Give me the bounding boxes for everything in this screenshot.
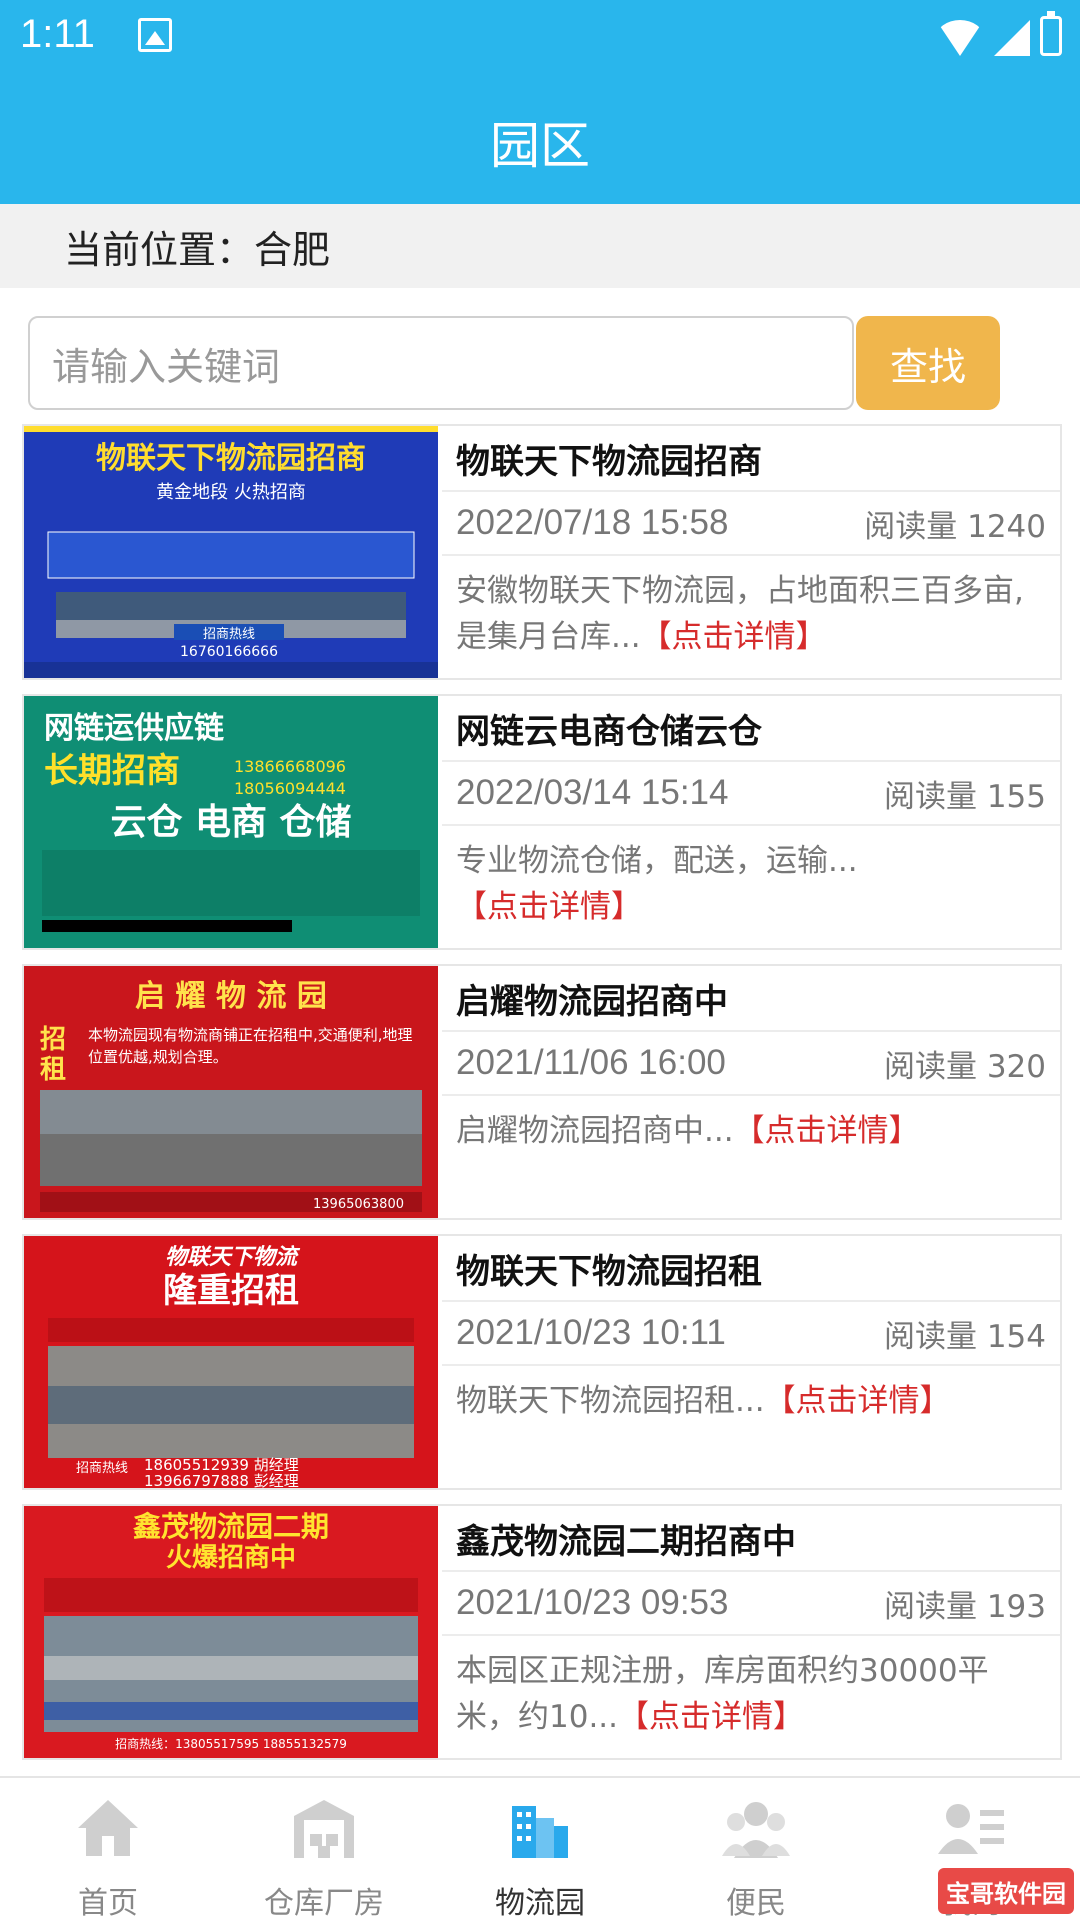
list-item[interactable]: 物联天下物流园招商 黄金地段 火热招商 招商热线 16760166666 物联天… [22, 424, 1062, 680]
item-description: 物联天下物流园招租...【点击详情】 [442, 1366, 1060, 1424]
park-thumbnail: 物联天下物流园招商 黄金地段 火热招商 招商热线 16760166666 [24, 426, 438, 678]
item-description: 专业物流仓储，配送，运输... 【点击详情】 [442, 826, 1060, 930]
nav-home[interactable]: 首页 [0, 1778, 216, 1922]
location-bar: 当前位置：合肥 [0, 204, 1080, 288]
thumb-title: 物联天下物流园招商 [96, 441, 366, 476]
svg-text:13966797888 彭经理: 13966797888 彭经理 [144, 1472, 299, 1488]
svg-text:物联天下物流: 物联天下物流 [165, 1245, 301, 1270]
item-title[interactable]: 物联天下物流园招商 [442, 426, 1060, 492]
home-icon [78, 1800, 138, 1856]
status-bar: 1:11 [0, 0, 1080, 80]
signal-icon [994, 20, 1030, 56]
svg-text:招: 招 [40, 1025, 66, 1055]
current-location: 当前位置：合肥 [64, 227, 331, 272]
svg-text:招商热线: 招商热线 [76, 1461, 128, 1476]
item-views: 阅读量 1240 [864, 508, 1046, 545]
item-title[interactable]: 物联天下物流园招租 [442, 1236, 1060, 1302]
item-content: 启耀物流园招商中 2021/11/06 16:00 阅读量 320 启耀物流园招… [442, 966, 1060, 1218]
svg-text:13965063800: 13965063800 [313, 1197, 404, 1212]
nav-label: 物流园 [495, 1886, 585, 1921]
item-content: 物联天下物流园招商 2022/07/18 15:58 阅读量 1240 安徽物联… [442, 426, 1060, 678]
detail-link[interactable]: 【点击详情】 [734, 1113, 920, 1149]
item-content: 网链云电商仓储云仓 2022/03/14 15:14 阅读量 155 专业物流仓… [442, 696, 1060, 948]
svg-text:火爆招商中: 火爆招商中 [166, 1542, 296, 1573]
list-item[interactable]: 网链运供应链 长期招商 13866668096 18056094444 云仓 电… [22, 694, 1062, 950]
nav-label: 仓库厂房 [264, 1886, 384, 1921]
search-input[interactable]: 请输入关键词 [28, 316, 854, 410]
description-text: 专业物流仓储，配送，运输... [456, 843, 858, 879]
item-meta: 2022/03/14 15:14 阅读量 155 [442, 762, 1060, 826]
svg-text:租: 租 [40, 1055, 66, 1085]
item-description: 安徽物联天下物流园，占地面积三百多亩,是集月台库...【点击详情】 [442, 556, 1060, 660]
item-date: 2022/03/14 15:14 [456, 773, 729, 812]
nav-label: 首页 [78, 1886, 138, 1921]
detail-link[interactable]: 【点击详情】 [765, 1383, 951, 1419]
item-meta: 2021/10/23 09:53 阅读量 193 [442, 1572, 1060, 1636]
detail-link[interactable]: 【点击详情】 [618, 1699, 804, 1735]
item-title[interactable]: 鑫茂物流园二期招商中 [442, 1506, 1060, 1572]
item-content: 鑫茂物流园二期招商中 2021/10/23 09:53 阅读量 193 本园区正… [442, 1506, 1060, 1758]
profile-icon [938, 1804, 1004, 1854]
svg-text:招商热线：13805517595 18855132579: 招商热线：13805517595 18855132579 [115, 1736, 347, 1751]
svg-text:13866668096: 13866668096 [234, 757, 346, 776]
search-button[interactable]: 查找 [856, 316, 1000, 410]
item-meta: 2021/11/06 16:00 阅读量 320 [442, 1032, 1060, 1096]
search-area: 请输入关键词 查找 [28, 316, 1028, 412]
item-date: 2021/10/23 10:11 [456, 1313, 726, 1352]
item-views: 阅读量 320 [883, 1048, 1046, 1085]
logistics-park-icon [512, 1806, 568, 1858]
wifi-icon [936, 20, 984, 56]
svg-text:黄金地段 火热招商: 黄金地段 火热招商 [156, 482, 306, 503]
image-notification-icon [138, 18, 172, 52]
item-content: 物联天下物流园招租 2021/10/23 10:11 阅读量 154 物联天下物… [442, 1236, 1060, 1488]
page-title: 园区 [490, 117, 590, 175]
nav-logistics-park[interactable]: 物流园 [432, 1778, 648, 1922]
watermark-badge: 宝哥软件园 [938, 1868, 1074, 1914]
park-thumbnail: 鑫茂物流园二期 火爆招商中 招商热线：13805517595 188551325… [24, 1506, 438, 1758]
detail-link[interactable]: 【点击详情】 [641, 619, 827, 655]
park-list: 物联天下物流园招商 黄金地段 火热招商 招商热线 16760166666 物联天… [22, 424, 1062, 1774]
item-title[interactable]: 启耀物流园招商中 [442, 966, 1060, 1032]
item-title[interactable]: 网链云电商仓储云仓 [442, 696, 1060, 762]
svg-text:启 耀 物 流 园: 启 耀 物 流 园 [135, 979, 327, 1014]
battery-icon [1040, 11, 1062, 56]
description-text: 物联天下物流园招租... [456, 1383, 765, 1419]
warehouse-icon [294, 1800, 354, 1858]
list-item[interactable]: 鑫茂物流园二期 火爆招商中 招商热线：13805517595 188551325… [22, 1504, 1062, 1760]
item-meta: 2022/07/18 15:58 阅读量 1240 [442, 492, 1060, 556]
nav-label: 便民 [726, 1886, 786, 1921]
item-meta: 2021/10/23 10:11 阅读量 154 [442, 1302, 1060, 1366]
item-date: 2021/10/23 09:53 [456, 1583, 729, 1622]
bottom-navigation: 首页 仓库厂房 物流园 便民 [0, 1776, 1080, 1922]
svg-text:16760166666: 16760166666 [180, 644, 278, 660]
svg-text:网链运供应链: 网链运供应链 [44, 711, 224, 746]
park-thumbnail: 启 耀 物 流 园 招 租 本物流园现有物流商铺正在招租中,交通便利,地理位置优… [24, 966, 438, 1218]
svg-text:隆重招租: 隆重招租 [163, 1271, 299, 1311]
status-icons [936, 11, 1062, 56]
park-thumbnail: 网链运供应链 长期招商 13866668096 18056094444 云仓 电… [24, 696, 438, 948]
nav-warehouse[interactable]: 仓库厂房 [216, 1778, 432, 1922]
item-description: 本园区正规注册，库房面积约30000平米，约10...【点击详情】 [442, 1636, 1060, 1740]
list-item[interactable]: 启 耀 物 流 园 招 租 本物流园现有物流商铺正在招租中,交通便利,地理位置优… [22, 964, 1062, 1220]
list-item[interactable]: 物联天下物流 隆重招租 招商热线 18605512939 胡经理 1396679… [22, 1234, 1062, 1490]
svg-text:长期招商: 长期招商 [44, 751, 180, 791]
svg-text:云仓 电商 仓储: 云仓 电商 仓储 [110, 802, 351, 843]
item-views: 阅读量 154 [883, 1318, 1046, 1355]
park-thumbnail: 物联天下物流 隆重招租 招商热线 18605512939 胡经理 1396679… [24, 1236, 438, 1488]
item-date: 2021/11/06 16:00 [456, 1043, 726, 1082]
description-text: 启耀物流园招商中... [456, 1113, 734, 1149]
svg-text:18056094444: 18056094444 [234, 779, 346, 798]
item-description: 启耀物流园招商中...【点击详情】 [442, 1096, 1060, 1154]
item-date: 2022/07/18 15:58 [456, 503, 729, 542]
nav-convenience[interactable]: 便民 [648, 1778, 864, 1922]
people-icon [722, 1802, 790, 1858]
svg-text:招商热线: 招商热线 [203, 627, 255, 642]
svg-text:鑫茂物流园二期: 鑫茂物流园二期 [133, 1510, 329, 1543]
item-views: 阅读量 155 [883, 778, 1046, 815]
status-time: 1:11 [20, 12, 95, 56]
detail-link[interactable]: 【点击详情】 [456, 889, 642, 925]
page-title-bar: 园区 [0, 80, 1080, 204]
item-views: 阅读量 193 [883, 1588, 1046, 1625]
